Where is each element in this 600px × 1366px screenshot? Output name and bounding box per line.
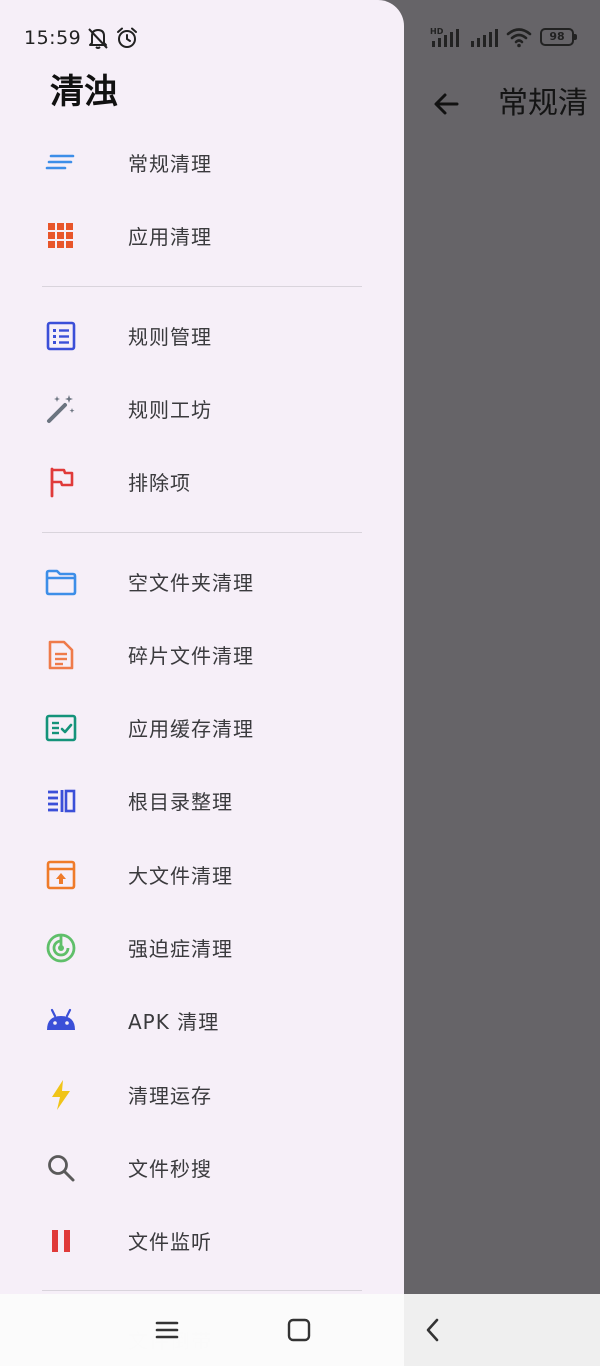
status-bar-left: 15:59 (24, 24, 139, 52)
menu-item[interactable]: 空文件夹清理 (0, 545, 404, 618)
document-icon (42, 636, 80, 674)
back-nav-icon[interactable] (413, 1310, 453, 1350)
battery-indicator: 98 (540, 28, 577, 46)
menu-item-label: 空文件夹清理 (128, 571, 254, 595)
menu-item[interactable]: 常规清理 (0, 126, 404, 199)
menu-item-label: 排除项 (128, 471, 191, 495)
pause-icon (42, 1222, 80, 1260)
lightning-icon (42, 1076, 80, 1114)
menu-item[interactable]: 排除项 (0, 445, 404, 518)
menu-item[interactable]: 应用缓存清理 (0, 691, 404, 764)
android-icon (42, 1002, 80, 1040)
menu-item[interactable]: 根目录整理 (0, 764, 404, 837)
menu-item[interactable]: 规则工坊 (0, 372, 404, 445)
alarm-icon (117, 27, 138, 48)
menu-item[interactable]: 文件秒搜 (0, 1131, 404, 1204)
nav-bar-right (404, 1294, 600, 1366)
menu-divider (42, 286, 362, 287)
apps-grid-icon (42, 217, 80, 255)
menu-item-label: 规则工坊 (128, 398, 212, 422)
folder-icon (42, 563, 80, 601)
menu-item[interactable]: 碎片文件清理 (0, 618, 404, 691)
flag-icon (42, 463, 80, 501)
menu-item-label: 规则管理 (128, 325, 212, 349)
archive-icon (42, 856, 80, 894)
menu-item-label: 应用清理 (128, 225, 212, 249)
wifi-icon (506, 28, 532, 48)
list-icon (42, 317, 80, 355)
menu-item-label: 文件秒搜 (128, 1157, 212, 1181)
lines-icon (42, 144, 80, 182)
menu-item[interactable]: 清理运存 (0, 1058, 404, 1131)
search-icon (42, 1149, 80, 1187)
menu-item[interactable]: 强迫症清理 (0, 911, 404, 984)
menu-item-label: 应用缓存清理 (128, 717, 254, 741)
status-time: 15:59 (24, 27, 82, 49)
menu-item[interactable]: 规则管理 (0, 299, 404, 372)
menu-nav-icon[interactable] (147, 1310, 187, 1350)
columns-icon (42, 782, 80, 820)
home-nav-icon[interactable] (279, 1310, 319, 1350)
radar-icon (42, 929, 80, 967)
menu-item-label: 大文件清理 (128, 864, 233, 888)
menu-item-label: 强迫症清理 (128, 937, 233, 961)
signal-icon (471, 29, 498, 47)
back-arrow-icon[interactable] (426, 84, 466, 124)
menu-item-label: 清理运存 (128, 1084, 212, 1108)
menu-item[interactable]: 文件监听 (0, 1204, 404, 1277)
status-icons: HD 98 (430, 24, 577, 50)
bell-off-icon (88, 28, 108, 49)
menu-item[interactable]: 大文件清理 (0, 838, 404, 911)
drawer-title: 清浊 (50, 72, 118, 112)
menu-item-label: 文件监听 (128, 1230, 212, 1254)
menu-item[interactable]: 应用清理 (0, 199, 404, 272)
menu-divider (42, 1290, 362, 1291)
system-navigation-bar (0, 1294, 600, 1366)
checklist-icon (42, 709, 80, 747)
menu-item-label: 常规清理 (128, 152, 212, 176)
menu-divider (42, 532, 362, 533)
nav-bar-left (0, 1294, 404, 1366)
svg-text:HD: HD (430, 27, 444, 36)
navigation-drawer: 15:59 清浊 常规清理 应用清理 规则管理 规则工坊 排除项 空文件夹清理 … (0, 0, 404, 1366)
background-page-title: 常规清 (498, 86, 588, 121)
signal-hd-icon: HD (430, 27, 459, 47)
menu-item-label: 根目录整理 (128, 790, 233, 814)
magic-wand-icon (42, 390, 80, 428)
menu-item-label: APK 清理 (128, 1010, 220, 1034)
menu-item-label: 碎片文件清理 (128, 644, 254, 668)
menu-item[interactable]: APK 清理 (0, 984, 404, 1057)
